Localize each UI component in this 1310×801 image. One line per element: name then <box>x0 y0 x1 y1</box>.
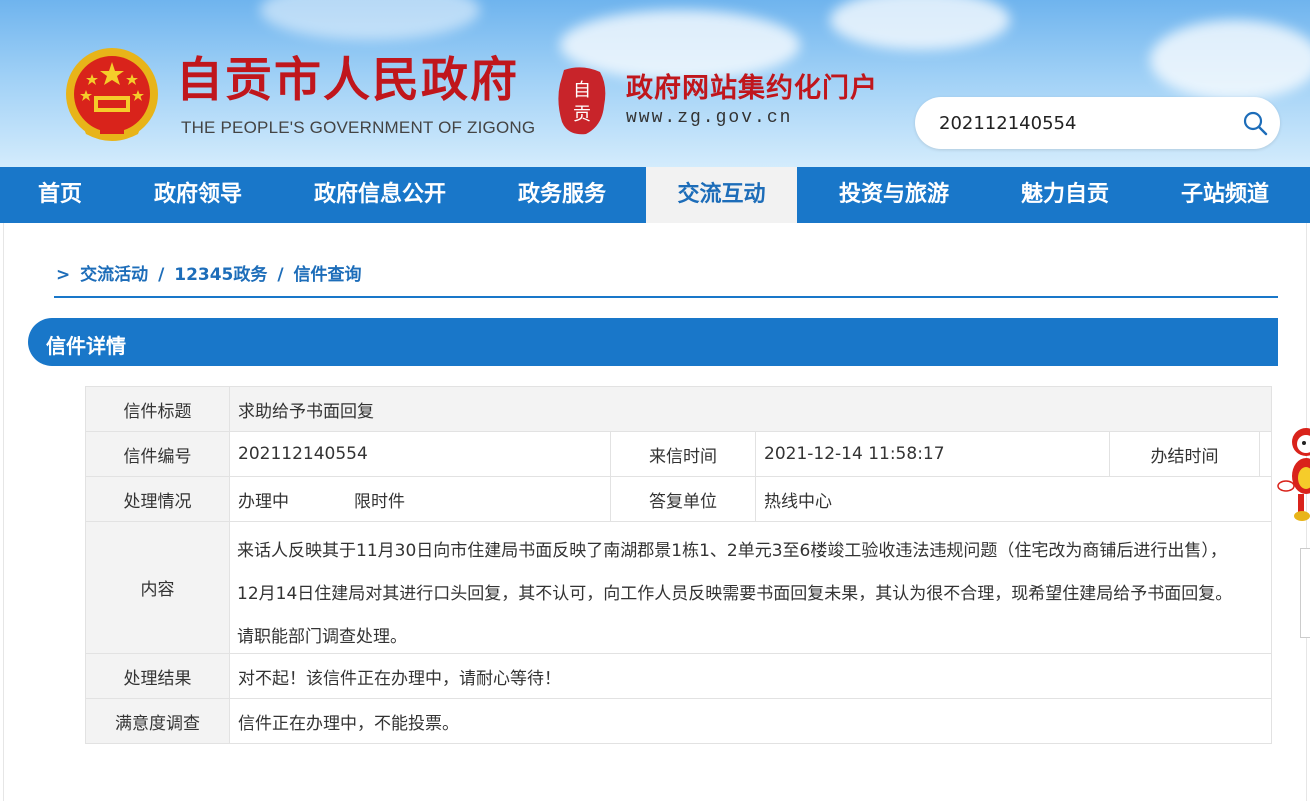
zigong-seal-icon[interactable]: 自 贡 <box>556 66 608 136</box>
content-label: 内容 <box>86 522 230 653</box>
site-subtitle: THE PEOPLE'S GOVERNMENT OF ZIGONG <box>181 118 536 137</box>
nav-item-leaders[interactable]: 政府领导 <box>130 167 266 223</box>
content-line: 请职能部门调查处理。 <box>237 627 407 647</box>
nav-item-services[interactable]: 政务服务 <box>496 167 628 223</box>
national-emblem-icon[interactable] <box>62 44 162 148</box>
survey-value: 信件正在办理中，不能投票。 <box>238 713 459 734</box>
breadcrumb-divider <box>54 296 1278 298</box>
content-body: 来话人反映其于11月30日向市住建局书面反映了南湖郡景1栋1、2单元3至6楼竣工… <box>237 530 1232 659</box>
breadcrumb-separator: / <box>158 265 165 285</box>
reply-unit-value: 热线中心 <box>764 491 832 512</box>
breadcrumb-prefix: > <box>56 265 71 285</box>
breadcrumb-link-activities[interactable]: 交流活动 <box>80 265 148 285</box>
cloud-decoration <box>1150 20 1310 100</box>
received-label: 来信时间 <box>611 432 756 476</box>
breadcrumb-separator: / <box>277 265 284 285</box>
table-row-result: 处理结果 对不起！该信件正在办理中，请耐心等待！ <box>86 654 1271 699</box>
title-label: 信件标题 <box>86 387 230 431</box>
received-value: 2021-12-14 11:58:17 <box>756 432 1110 476</box>
nav-item-interaction[interactable]: 交流互动 <box>646 167 797 223</box>
nav-item-charm-zigong[interactable]: 魅力自贡 <box>998 167 1132 223</box>
main-nav: 首页 政府领导 政府信息公开 政务服务 交流互动 投资与旅游 魅力自贡 子站频道 <box>0 167 1310 223</box>
section-header-bar <box>28 318 1278 366</box>
content-line: 来话人反映其于11月30日向市住建局书面反映了南湖郡景1栋1、2单元3至6楼竣工… <box>237 541 1227 561</box>
search-icon[interactable] <box>1242 110 1268 136</box>
mascot-icon[interactable] <box>1276 424 1310 524</box>
number-value: 202112140554 <box>230 432 611 476</box>
svg-text:自: 自 <box>573 80 591 101</box>
title-value: 求助给予书面回复 <box>238 401 374 422</box>
search-input[interactable] <box>939 109 1229 137</box>
letter-detail-table: 信件标题 求助给予书面回复 信件编号 202112140554 来信时间 202… <box>85 386 1272 744</box>
cloud-decoration <box>830 0 1010 50</box>
table-row-title: 信件标题 求助给予书面回复 <box>86 387 1271 432</box>
status-value: 办理中 <box>238 491 289 512</box>
closed-label: 办结时间 <box>1110 432 1260 476</box>
nav-item-home[interactable]: 首页 <box>14 167 106 223</box>
site-title: 自贡市人民政府 <box>176 53 519 108</box>
number-label: 信件编号 <box>86 432 230 476</box>
time-limit-value: 限时件 <box>346 477 611 521</box>
survey-label: 满意度调查 <box>86 699 230 743</box>
status-label: 处理情况 <box>86 477 230 521</box>
nav-item-substations[interactable]: 子站频道 <box>1158 167 1292 223</box>
result-value: 对不起！该信件正在办理中，请耐心等待！ <box>238 668 561 689</box>
portal-title: 政府网站集约化门户 <box>626 73 878 104</box>
table-row-number: 信件编号 202112140554 来信时间 2021-12-14 11:58:… <box>86 432 1271 477</box>
section-title: 信件详情 <box>46 334 126 358</box>
cloud-decoration <box>260 0 480 40</box>
search-box <box>915 97 1280 149</box>
side-float-tab[interactable] <box>1300 548 1310 638</box>
breadcrumb: > 交流活动 / 12345政务 / 信件查询 <box>56 260 365 285</box>
nav-item-info-disclosure[interactable]: 政府信息公开 <box>294 167 466 223</box>
nav-item-investment-tourism[interactable]: 投资与旅游 <box>818 167 970 223</box>
svg-text:贡: 贡 <box>573 104 591 125</box>
table-row-survey: 满意度调查 信件正在办理中，不能投票。 <box>86 699 1271 743</box>
closed-value <box>1260 432 1271 476</box>
table-row-status: 处理情况 办理中 限时件 答复单位 热线中心 <box>86 477 1271 522</box>
portal-url[interactable]: www.zg.gov.cn <box>626 108 792 128</box>
content-line: 12月14日住建局对其进行口头回复，其不认可，向工作人员反映需要书面回复未果，其… <box>237 584 1233 604</box>
breadcrumb-link-letter-query[interactable]: 信件查询 <box>293 265 361 285</box>
reply-unit-label: 答复单位 <box>611 477 756 521</box>
breadcrumb-link-12345[interactable]: 12345政务 <box>174 265 267 285</box>
table-row-content: 内容 来话人反映其于11月30日向市住建局书面反映了南湖郡景1栋1、2单元3至6… <box>86 522 1271 654</box>
result-label: 处理结果 <box>86 654 230 698</box>
